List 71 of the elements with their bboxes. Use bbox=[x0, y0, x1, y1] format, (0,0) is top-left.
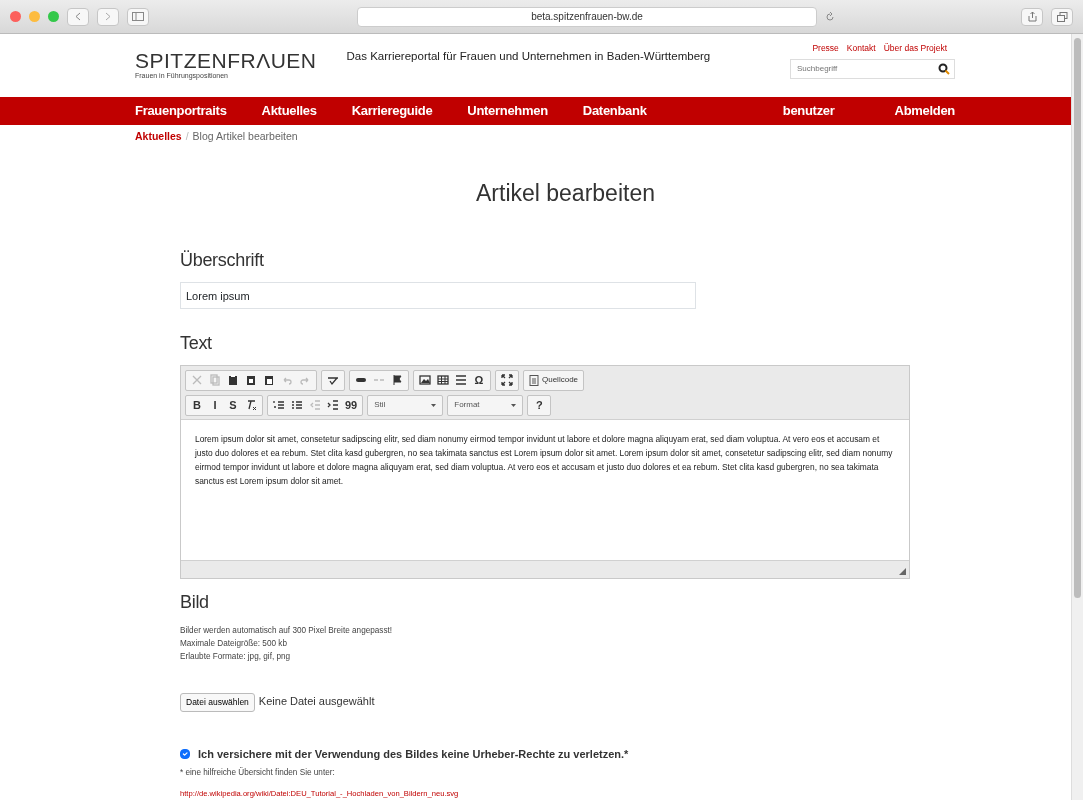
clear-format-icon bbox=[245, 399, 257, 412]
bold-button[interactable]: B bbox=[188, 396, 206, 414]
address-bar[interactable]: beta.spitzenfrauen-bw.de bbox=[357, 6, 817, 27]
source-button[interactable]: Quellcode bbox=[526, 371, 582, 389]
upload-note: Erlaubte Formate: jpg, gif, png bbox=[180, 650, 292, 663]
page-title: Artikel bearbeiten bbox=[475, 178, 656, 208]
field-label: Bild bbox=[180, 590, 210, 614]
tabs-button[interactable] bbox=[1051, 7, 1073, 26]
nav-link[interactable]: Karriereguide bbox=[351, 101, 433, 121]
nav-link[interactable]: Datenbank bbox=[582, 101, 647, 121]
nav-link[interactable]: Frauenportraits bbox=[135, 101, 227, 121]
flag-icon bbox=[391, 374, 403, 387]
upload-note: Maximale Dateigröße: 500 kb bbox=[180, 637, 288, 650]
reload-icon[interactable] bbox=[825, 11, 835, 22]
logo-title[interactable]: SPITZENFRΛUEN bbox=[135, 50, 317, 71]
consent-label: Ich versichere mit der Verwendung des Bildes keine Urheber-Rechte zu verletzen.* bbox=[198, 746, 629, 762]
sidebar-icon bbox=[132, 12, 144, 21]
breadcrumb-link[interactable]: Aktuelles bbox=[135, 129, 182, 145]
italic-button[interactable]: I bbox=[206, 396, 224, 414]
nav-link[interactable]: benutzer bbox=[782, 101, 835, 121]
choose-file-button[interactable]: Datei auswählen bbox=[180, 692, 255, 712]
paste-word-icon bbox=[263, 374, 275, 387]
close-icon[interactable] bbox=[10, 11, 21, 22]
upload-note: Bilder werden automatisch auf 300 Pixel Breite angepasst! bbox=[180, 624, 394, 637]
search-icon[interactable] bbox=[938, 62, 950, 75]
format-dropdown[interactable]: Format bbox=[450, 396, 521, 414]
nav-link[interactable]: Abmelden bbox=[894, 101, 955, 121]
share-icon bbox=[1027, 11, 1037, 22]
header-link[interactable]: Über das Projekt bbox=[883, 42, 947, 55]
heading-input[interactable]: Lorem ipsum bbox=[180, 282, 696, 309]
caret-icon bbox=[431, 403, 437, 407]
cut-icon bbox=[191, 374, 203, 387]
editor-text[interactable]: Lorem ipsum dolor sit amet, consetetur sadipscing elitr, sed diam nonumy eirmod tempor invidunt ut labore et dolore magna aliquyam erat, sed diam voluptua. At vero eos et accusam et justo duo dolores et ea rebum. Stet clita kasd gubergren, no sea takimata sanctus est Lorem ipsum dolor sit amet. Lorem ipsum dolor sit amet, consetetur sadipscing elitr, sed diam nonumy eirmod tempor invidunt ut labore et dolore magna aliquyam erat, sed diam voluptua. At vero eos et accusam et justo duo dolores et ea rebum. Stet clita kasd gubergren, no sea takimata sanctus est Lorem ipsum dolor sit amet. bbox=[181, 419, 909, 560]
tabs-icon bbox=[1056, 11, 1068, 22]
indent-icon bbox=[327, 399, 339, 412]
file-status: Keine Datei ausgewählt bbox=[258, 693, 375, 709]
consent-checkbox[interactable] bbox=[180, 748, 190, 759]
style-dropdown[interactable]: Stil bbox=[370, 396, 441, 414]
horizontal-line-icon bbox=[455, 374, 467, 387]
document-icon bbox=[529, 374, 539, 386]
header-link[interactable]: Presse bbox=[812, 42, 839, 55]
tagline: Das Karriereportal für Frauen und Unternehmen in Baden-Württemberg bbox=[346, 49, 711, 64]
spellcheck-icon bbox=[327, 374, 339, 387]
scrollbar[interactable] bbox=[1071, 34, 1083, 800]
field-label: Überschrift bbox=[180, 249, 265, 273]
caret-icon bbox=[511, 403, 517, 407]
chevron-right-icon bbox=[105, 12, 111, 21]
numbered-list-icon bbox=[273, 399, 285, 412]
breadcrumb-separator: / bbox=[185, 129, 189, 144]
breadcrumb-current: Blog Artikel bearbeiten bbox=[192, 129, 298, 144]
help-button[interactable]: ? bbox=[530, 396, 549, 414]
paste-icon bbox=[227, 374, 239, 387]
copy-icon bbox=[209, 374, 221, 387]
nav-link[interactable]: Aktuelles bbox=[261, 101, 317, 121]
search-field[interactable]: Suchbegriff bbox=[790, 58, 955, 79]
paste-text-icon bbox=[245, 374, 257, 387]
strikethrough-button[interactable]: S bbox=[224, 396, 242, 414]
footnote: * eine hilfreiche Übersicht finden Sie unter: bbox=[180, 766, 336, 779]
maximize-icon bbox=[501, 374, 513, 387]
resize-handle-icon[interactable] bbox=[899, 567, 906, 575]
sidebar-button[interactable] bbox=[127, 7, 149, 26]
table-icon bbox=[437, 374, 449, 387]
special-character-button[interactable]: Ω bbox=[470, 371, 488, 389]
header-link[interactable]: Kontakt bbox=[846, 42, 876, 55]
image-icon bbox=[419, 374, 431, 387]
bulleted-list-icon bbox=[291, 399, 303, 412]
nav-link[interactable]: Unternehmen bbox=[467, 101, 548, 121]
chevron-left-icon bbox=[75, 12, 81, 21]
blockquote-button[interactable]: 99 bbox=[342, 396, 361, 414]
field-label: Text bbox=[180, 331, 213, 355]
outdent-icon bbox=[309, 399, 321, 412]
